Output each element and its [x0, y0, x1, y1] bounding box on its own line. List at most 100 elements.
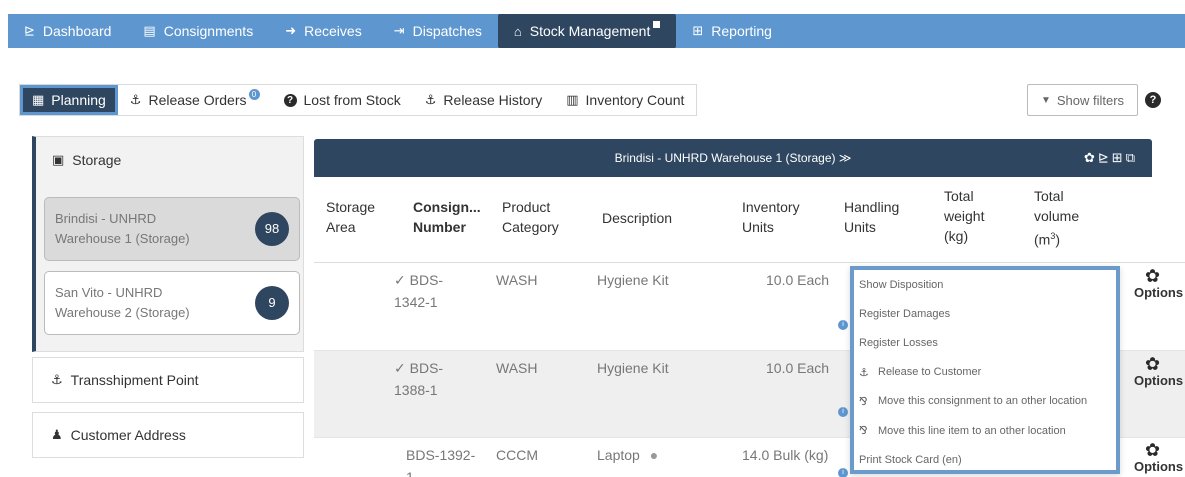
anchor-icon: ⚓	[859, 366, 869, 379]
tab-lost-from-stock-label: Lost from Stock	[303, 92, 401, 108]
show-filters-button[interactable]: ▼ Show filters	[1027, 84, 1138, 116]
grid-icon[interactable]: ⊞	[1112, 150, 1126, 165]
warehouse-name-line2: Warehouse 1 (Storage)	[55, 231, 190, 246]
tab-lost-from-stock[interactable]: ? Lost from Stock	[272, 85, 413, 115]
nav-dispatches-label: Dispatches	[412, 23, 482, 39]
tab-inventory-count[interactable]: ▥ Inventory Count	[554, 85, 696, 115]
info-icon[interactable]: i	[838, 320, 848, 330]
table-title[interactable]: Brindisi - UNHRD Warehouse 1 (Storage) ≫	[615, 151, 852, 165]
menu-show-disposition[interactable]: Show Disposition	[854, 270, 1116, 299]
category-cell: CCCM	[496, 447, 538, 463]
tab-planning[interactable]: ▦ Planning	[20, 85, 118, 115]
nav-stock-management-label: Stock Management	[529, 23, 651, 39]
unit-base: (m	[1034, 231, 1051, 248]
consignment-line: 1388-1	[394, 382, 438, 398]
col-label: Storage	[326, 199, 376, 215]
sidebar-item-customer-address[interactable]: ♟ Customer Address	[32, 412, 304, 458]
description-cell: Hygiene Kit	[597, 272, 669, 288]
col-label: Total	[944, 188, 974, 204]
anchor-icon: ⚓	[129, 92, 142, 107]
warehouse-name-line1: San Vito - UNHRD	[55, 285, 163, 300]
nav-stock-management[interactable]: ⌂ Stock Management	[497, 14, 677, 48]
show-filters-label: Show filters	[1056, 92, 1125, 108]
col-inventory-units[interactable]: Inventory Units	[742, 197, 800, 237]
inventory-cell: 10.0 Each	[766, 360, 830, 376]
consignment-cell[interactable]: ✓ BDS- 1342-1	[394, 269, 443, 313]
consignment-line: ✓ BDS-	[394, 272, 444, 288]
tab-release-history[interactable]: ⚓ Release History	[413, 85, 554, 115]
nav-dashboard[interactable]: ⊵ Dashboard	[8, 14, 127, 48]
column-headers: Storage Area Consign... Number Product C…	[314, 177, 1185, 263]
tab-release-orders[interactable]: ⚓ Release Orders 0	[118, 85, 272, 115]
col-label: Inventory	[742, 199, 800, 215]
category-cell: WASH	[496, 272, 538, 288]
sign-in-icon: ➜	[285, 23, 297, 38]
menu-register-losses[interactable]: Register Losses	[854, 328, 1116, 357]
menu-label: Print Stock Card (en)	[859, 453, 962, 466]
menu-label: Register Damages	[859, 307, 951, 320]
warehouse-card-san-vito[interactable]: San Vito - UNHRD Warehouse 2 (Storage) 9	[44, 271, 300, 335]
lightbulb-icon[interactable]: ●	[650, 447, 658, 463]
warehouse-card-brindisi[interactable]: Brindisi - UNHRD Warehouse 1 (Storage) 9…	[44, 197, 300, 261]
tab-planning-label: Planning	[51, 92, 106, 108]
info-icon[interactable]: i	[838, 407, 848, 417]
storage-header[interactable]: ▣ Storage	[36, 137, 303, 183]
warehouse-name: Brindisi - UNHRD Warehouse 1 (Storage)	[55, 209, 190, 249]
card-icon: ▤	[143, 23, 156, 38]
options-button[interactable]: ✿ Options	[1134, 355, 1185, 388]
consignment-line: 1342-1	[394, 294, 438, 310]
col-consignment-number[interactable]: Consign... Number	[413, 197, 481, 237]
info-icon[interactable]: i	[838, 468, 848, 477]
col-total-weight[interactable]: Total weight (kg)	[944, 186, 984, 246]
menu-move-consignment[interactable]: ⅋ Move this consignment to an other loca…	[854, 387, 1116, 416]
table-tools: ✿⊵⊞⧉	[1084, 150, 1138, 166]
menu-print-stock-card[interactable]: Print Stock Card (en)	[854, 445, 1116, 474]
menu-register-damages[interactable]: Register Damages	[854, 299, 1116, 328]
col-label: Product	[502, 199, 551, 215]
col-label: Number	[413, 219, 466, 235]
menu-label: Move this consignment to an other locati…	[878, 395, 1088, 408]
user-icon: ♟	[51, 427, 63, 442]
tab-inventory-count-label: Inventory Count	[585, 92, 685, 108]
col-description[interactable]: Description	[602, 208, 672, 228]
gear-icon[interactable]: ✿	[1084, 150, 1098, 165]
sidebar-item-transshipment[interactable]: ⚓ Transshipment Point	[32, 357, 304, 403]
col-product-category[interactable]: Product Category	[502, 197, 559, 237]
col-storage-area[interactable]: Storage Area	[326, 197, 375, 237]
anchor-icon: ⚓	[424, 92, 437, 107]
nav-consignments[interactable]: ▤ Consignments	[127, 14, 269, 48]
nav-reporting[interactable]: ⊞ Reporting	[676, 14, 788, 48]
customer-address-label: Customer Address	[70, 427, 186, 443]
nav-receives[interactable]: ➜ Receives	[269, 14, 378, 48]
consignment-cell[interactable]: BDS-1392- 1	[406, 444, 475, 477]
col-label: volume	[1034, 208, 1080, 224]
help-icon[interactable]: ?	[1145, 92, 1161, 108]
external-link-icon[interactable]: ⧉	[1126, 150, 1138, 165]
table-title-bar: Brindisi - UNHRD Warehouse 1 (Storage) ≫…	[314, 139, 1152, 177]
warehouse-name: San Vito - UNHRD Warehouse 2 (Storage)	[55, 283, 190, 323]
calendar-icon: ▦	[32, 92, 45, 107]
col-handling-units[interactable]: Handling Units	[844, 197, 899, 237]
category-cell: WASH	[496, 360, 538, 376]
options-label: Options	[1134, 373, 1184, 388]
menu-move-line-item[interactable]: ⅋ Move this line item to an other locati…	[854, 416, 1116, 445]
col-label: Category	[502, 219, 559, 235]
col-total-volume[interactable]: Total volume (m3)	[1034, 186, 1079, 250]
col-label: (kg)	[944, 228, 969, 244]
col-label: weight	[944, 208, 985, 224]
menu-release-to-customer[interactable]: ⚓ Release to Customer	[854, 358, 1116, 387]
col-label-unit: (m3)	[1034, 226, 1079, 250]
consignment-line: ✓ BDS-	[394, 360, 444, 376]
warehouse-count-badge: 98	[255, 212, 289, 246]
release-orders-badge: 0	[248, 88, 260, 100]
chart-icon[interactable]: ⊵	[1098, 150, 1112, 165]
options-dropdown-menu: Show Disposition Register Damages Regist…	[850, 266, 1120, 474]
menu-label: Move this line item to an other location	[878, 424, 1066, 437]
col-label: Handling	[844, 199, 900, 215]
consignment-cell[interactable]: ✓ BDS- 1388-1	[394, 357, 443, 401]
options-button[interactable]: ✿ Options	[1134, 441, 1185, 474]
warehouse-icon: ⌂	[513, 23, 522, 39]
description-cell: Hygiene Kit	[597, 360, 669, 376]
options-button[interactable]: ✿ Options	[1134, 267, 1185, 300]
nav-dispatches[interactable]: ⇥ Dispatches	[378, 14, 498, 48]
